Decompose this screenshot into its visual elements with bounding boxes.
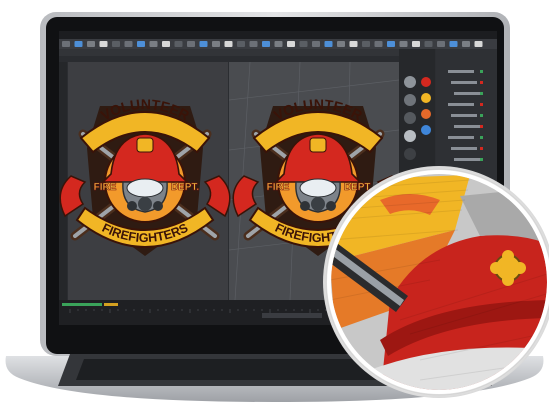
toolbar-icon[interactable] <box>199 41 208 47</box>
laptop-illustration: VOLUNTEER FIREFIGHTERS FIRE DEPT. VOLUNT… <box>5 12 549 402</box>
toolbar-icon[interactable] <box>462 41 470 47</box>
object-visibility-dot[interactable] <box>480 158 483 161</box>
toolbar-icon[interactable] <box>212 41 220 47</box>
toolbar-icon[interactable] <box>112 41 120 47</box>
toolbar-icon[interactable] <box>124 41 133 47</box>
object-visibility-dot[interactable] <box>480 81 483 84</box>
toolbar-icon[interactable] <box>362 41 370 47</box>
toolbar-icon[interactable] <box>174 41 183 47</box>
object-row[interactable] <box>454 125 480 128</box>
toolbar-icon[interactable] <box>324 41 333 47</box>
design-dept-left: DEPT. <box>171 182 200 193</box>
toolbar-icon[interactable] <box>262 41 270 47</box>
toolbar-icon[interactable] <box>312 41 320 47</box>
toolbar-icon[interactable] <box>437 41 445 47</box>
object-row[interactable] <box>451 114 477 117</box>
toolbar-icon[interactable] <box>449 41 458 47</box>
toolbar-icon[interactable] <box>424 41 433 47</box>
toolbar-icon[interactable] <box>224 41 233 47</box>
object-visibility-dot[interactable] <box>480 125 483 128</box>
toolbar-icon[interactable] <box>99 41 108 47</box>
toolbar-icon[interactable] <box>299 41 308 47</box>
toolbar-icon[interactable] <box>474 41 483 47</box>
toolbar-icon[interactable] <box>349 41 358 47</box>
object-visibility-dot[interactable] <box>480 136 483 139</box>
toolbar-icon[interactable] <box>87 41 95 47</box>
object-row[interactable] <box>454 92 480 95</box>
toolbar-icon[interactable] <box>187 41 195 47</box>
toolbar-icon[interactable] <box>387 41 395 47</box>
toolbar-icon[interactable] <box>287 41 295 47</box>
toolbar-icon[interactable] <box>149 41 158 47</box>
toolbar-icon[interactable] <box>274 41 283 47</box>
toolbar-icon[interactable] <box>249 41 258 47</box>
toolbar-icon[interactable] <box>412 41 420 47</box>
object-visibility-dot[interactable] <box>480 70 483 73</box>
object-visibility-dot[interactable] <box>480 147 483 150</box>
menu-bar <box>59 31 497 39</box>
design-fire-left: FIRE <box>94 182 117 193</box>
object-visibility-dot[interactable] <box>480 114 483 117</box>
toolbar-icon[interactable] <box>374 41 383 47</box>
toolbar-icon[interactable] <box>237 41 245 47</box>
object-row[interactable] <box>448 70 474 73</box>
toolbar-icon[interactable] <box>74 41 83 47</box>
object-row[interactable] <box>454 158 480 161</box>
object-visibility-dot[interactable] <box>480 92 483 95</box>
toolbar-icon[interactable] <box>399 41 408 47</box>
product-image: VOLUNTEER FIREFIGHTERS FIRE DEPT. VOLUNT… <box>0 0 549 416</box>
object-row[interactable] <box>451 81 477 84</box>
toolbar-icon[interactable] <box>337 41 345 47</box>
toolbar-icon[interactable] <box>137 41 145 47</box>
object-row[interactable] <box>448 103 474 106</box>
object-row[interactable] <box>451 147 477 150</box>
toolbar-icon[interactable] <box>62 41 70 47</box>
design-fire-right: FIRE <box>267 182 290 193</box>
toolbar-icon[interactable] <box>162 41 170 47</box>
object-visibility-dot[interactable] <box>480 103 483 106</box>
object-row[interactable] <box>448 136 474 139</box>
